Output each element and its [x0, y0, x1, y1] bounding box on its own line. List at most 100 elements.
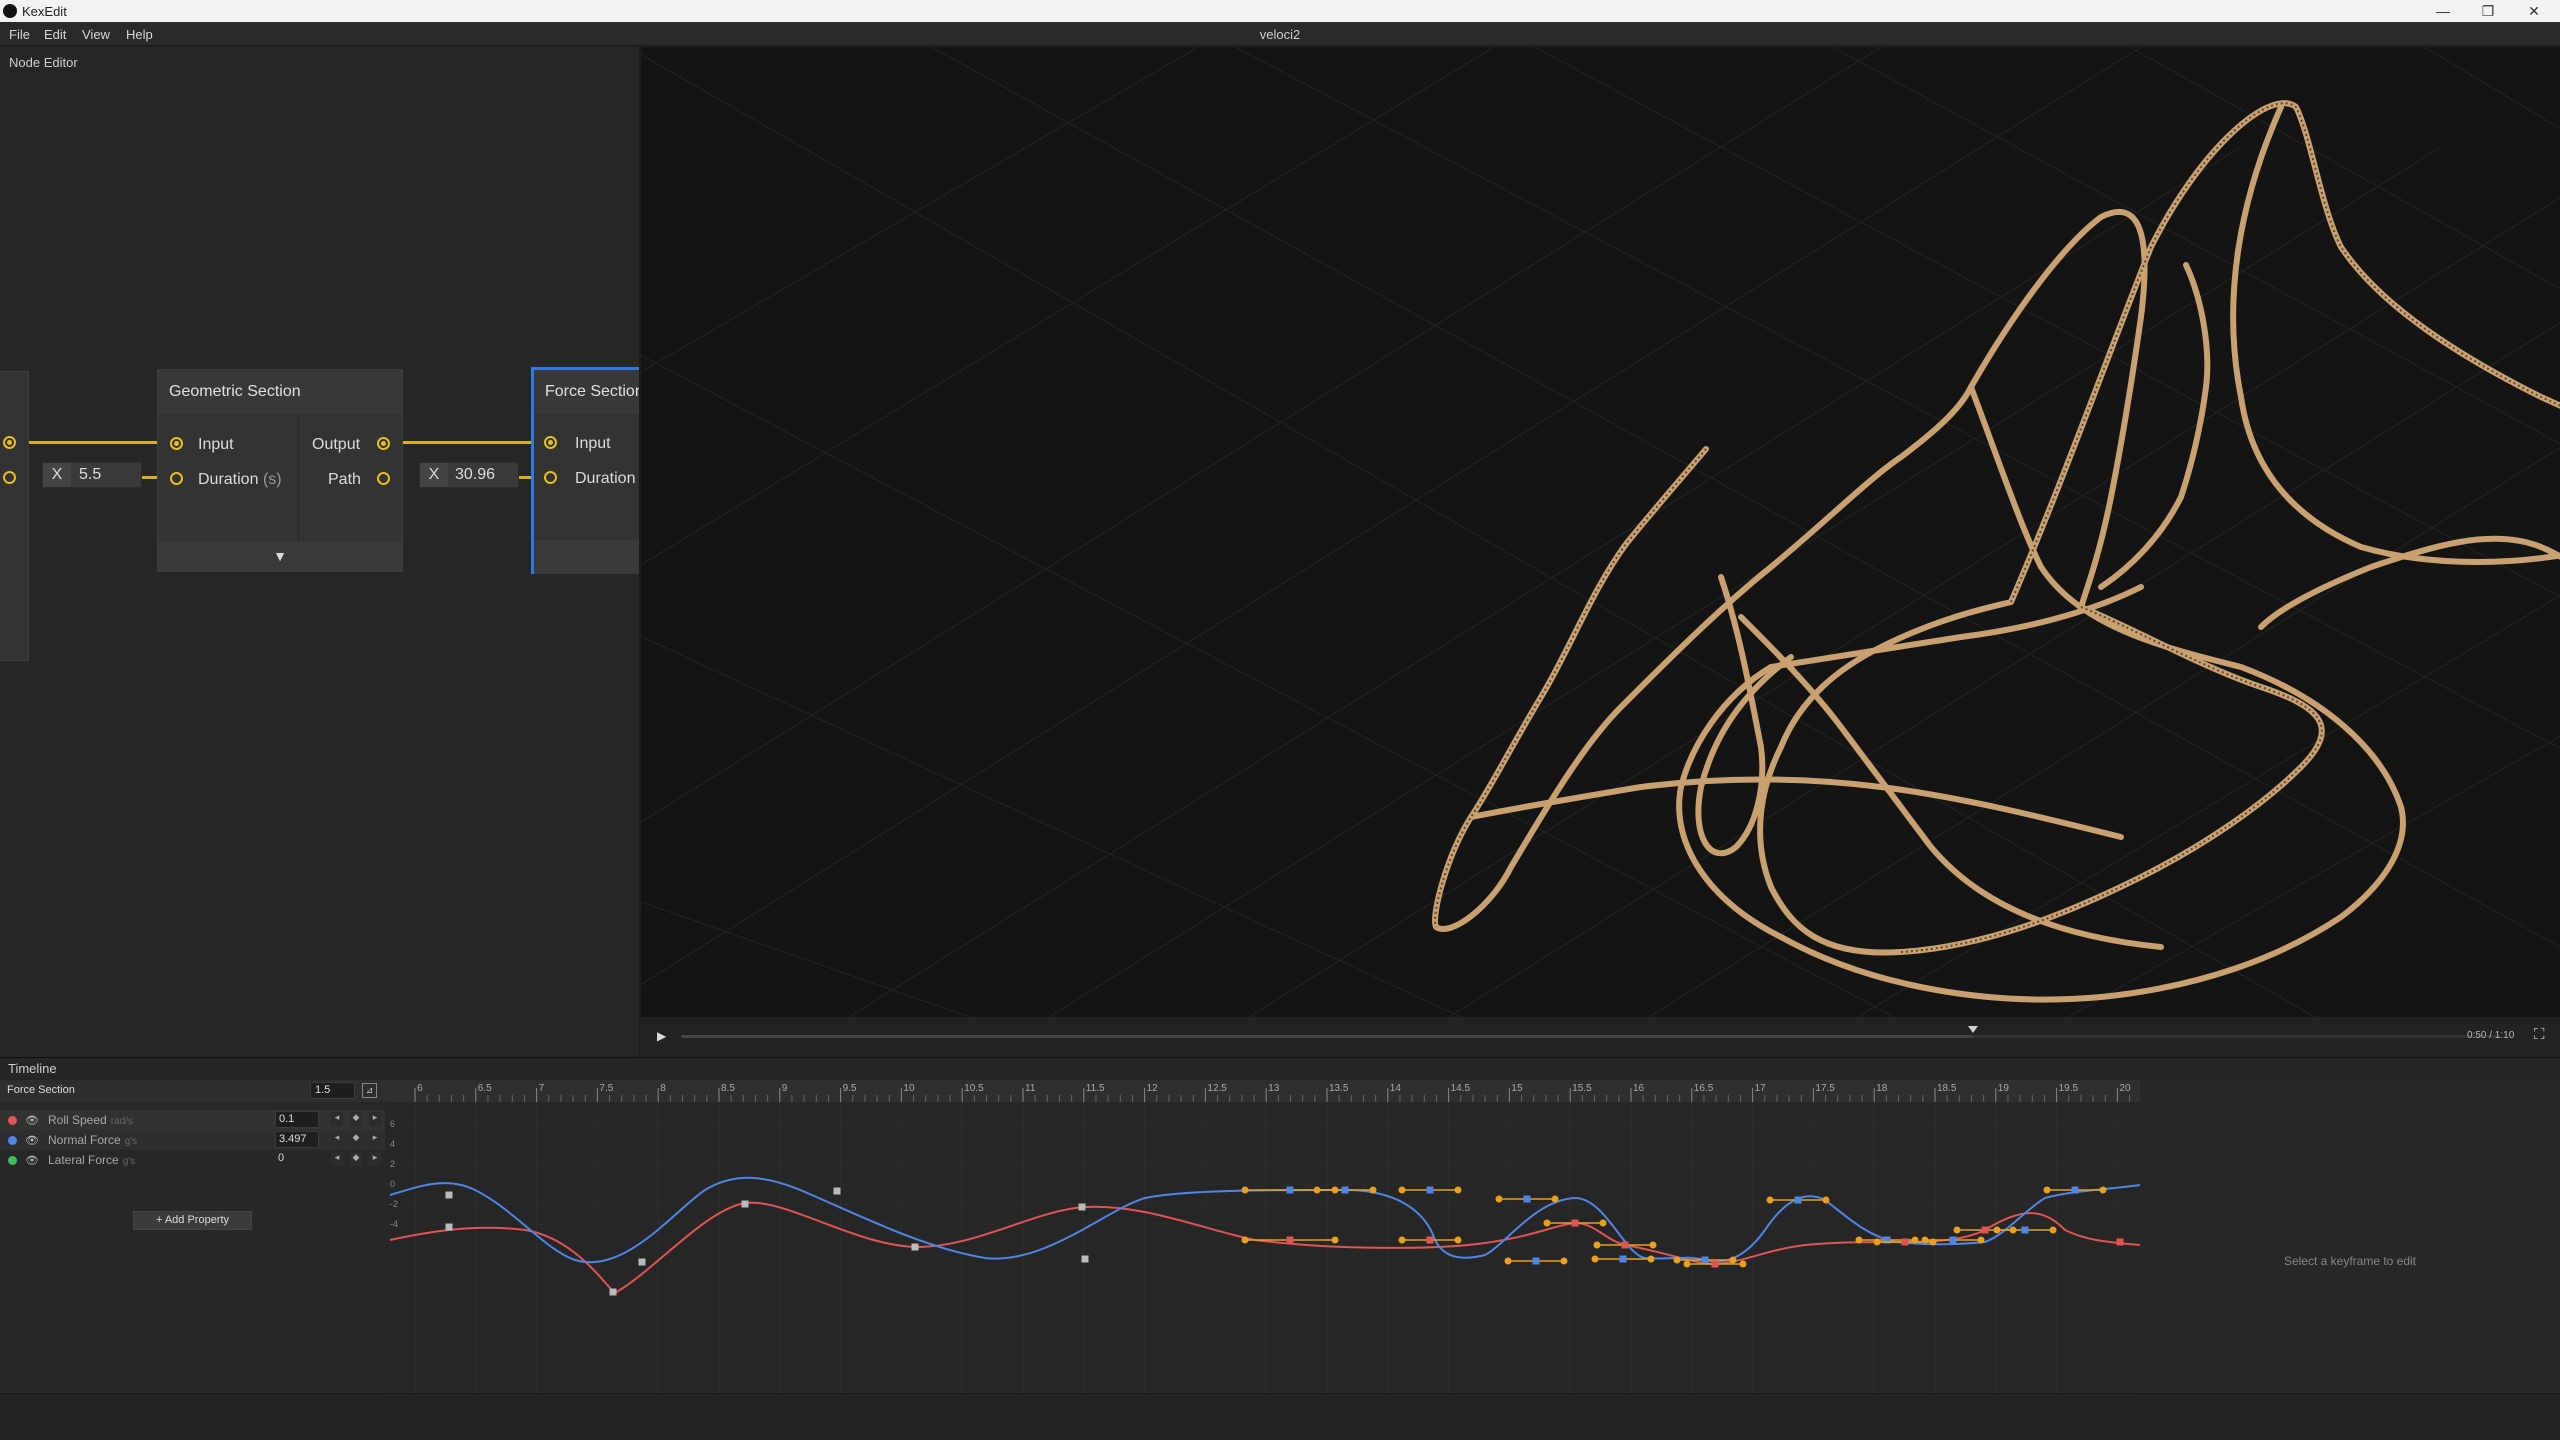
- keyframe[interactable]: [1081, 1255, 1089, 1263]
- keyframe[interactable]: [1619, 1255, 1627, 1263]
- roll-speed-curve[interactable]: [389, 1201, 2141, 1295]
- curve-graph-svg[interactable]: 6 6.5 7 7.5 8 8.5 9 9.5 10 10.5 11 11.5 12 12.5 13 13.5…: [385, 1080, 2167, 1394]
- keyframe-handle[interactable]: [1729, 1256, 1737, 1264]
- keyframe-handle[interactable]: [1313, 1186, 1321, 1194]
- fullscreen-button[interactable]: ⛶: [2534, 1026, 2545, 1043]
- keyframe[interactable]: [1701, 1256, 1709, 1264]
- force-duration-port[interactable]: [544, 471, 557, 484]
- keyframe[interactable]: [2116, 1238, 2124, 1246]
- keyframe-handle[interactable]: [1560, 1257, 1568, 1265]
- play-button[interactable]: ▶: [657, 1029, 666, 1043]
- keyframe-handle[interactable]: [1855, 1236, 1863, 1244]
- eye-icon[interactable]: 👁: [25, 1134, 39, 1147]
- keyframe-handle[interactable]: [1822, 1196, 1830, 1204]
- keyframe-handle[interactable]: [1398, 1186, 1406, 1194]
- next-keyframe-button[interactable]: ▸: [369, 1152, 381, 1166]
- keyframe[interactable]: [911, 1243, 919, 1251]
- keyframe[interactable]: [2071, 1186, 2079, 1194]
- keyframe-handle[interactable]: [1551, 1195, 1559, 1203]
- duration-field-force[interactable]: X 30.96: [419, 462, 519, 488]
- duration-value[interactable]: 5.5: [79, 466, 101, 484]
- force-section-node[interactable]: Force Section Input Duration: [531, 367, 639, 574]
- keyframe-handle[interactable]: [1593, 1241, 1601, 1249]
- previous-node[interactable]: [0, 371, 29, 661]
- force-input-port[interactable]: [544, 436, 557, 449]
- keyframe-handle[interactable]: [2049, 1226, 2057, 1234]
- prev-keyframe-button[interactable]: ◂: [331, 1132, 343, 1146]
- keyframe[interactable]: [609, 1288, 617, 1296]
- keyframe[interactable]: [2021, 1226, 2029, 1234]
- geometric-duration-port[interactable]: [170, 472, 183, 485]
- keyframe-handle[interactable]: [1766, 1196, 1774, 1204]
- property-row-lateral-force[interactable]: 👁 Lateral Force g's 0 ◂ ◆ ▸: [0, 1150, 385, 1170]
- next-keyframe-button[interactable]: ▸: [369, 1132, 381, 1146]
- keyframe-handle[interactable]: [2099, 1186, 2107, 1194]
- geometric-section-node[interactable]: Geometric Section Input Duration (s) Out…: [157, 369, 403, 572]
- property-row-roll-speed[interactable]: 👁 Roll Speed rad/s 0.1 ◂ ◆ ▸: [0, 1110, 385, 1130]
- keyframe-handle[interactable]: [1599, 1219, 1607, 1227]
- keyframe[interactable]: [445, 1191, 453, 1199]
- previous-output-port[interactable]: [3, 436, 16, 449]
- eye-icon[interactable]: 👁: [25, 1114, 39, 1127]
- keyframe-handle[interactable]: [1873, 1238, 1881, 1246]
- keyframe-handle[interactable]: [1739, 1260, 1747, 1268]
- keyframe[interactable]: [1571, 1219, 1579, 1227]
- track-render[interactable]: [641, 47, 2560, 1017]
- keyframe[interactable]: [833, 1187, 841, 1195]
- prev-keyframe-button[interactable]: ◂: [331, 1152, 343, 1166]
- 3d-viewport[interactable]: [641, 47, 2560, 1017]
- keyframe[interactable]: [638, 1258, 646, 1266]
- maximize-button[interactable]: ❐: [2468, 1, 2508, 21]
- keyframe-handle[interactable]: [1649, 1241, 1657, 1249]
- scrub-track[interactable]: [681, 1026, 2501, 1038]
- keyframe[interactable]: [1901, 1238, 1909, 1246]
- keyframe[interactable]: [1711, 1260, 1719, 1268]
- menu-view[interactable]: View: [82, 27, 110, 42]
- keyframe[interactable]: [1532, 1257, 1540, 1265]
- geometric-output-port[interactable]: [377, 437, 390, 450]
- keyframe[interactable]: [1426, 1186, 1434, 1194]
- menu-file[interactable]: File: [9, 27, 30, 42]
- duration-value[interactable]: 30.96: [455, 466, 495, 484]
- geometric-input-port[interactable]: [170, 437, 183, 450]
- keyframe-handle[interactable]: [1929, 1238, 1937, 1246]
- lateral-force-value-input[interactable]: 0: [275, 1151, 319, 1168]
- keyframe[interactable]: [1286, 1236, 1294, 1244]
- keyframe[interactable]: [1341, 1186, 1349, 1194]
- node-editor-panel[interactable]: Node Editor X 5.5 Geometric Section Inpu…: [0, 47, 640, 1057]
- eye-icon[interactable]: 👁: [25, 1154, 39, 1167]
- prev-keyframe-button[interactable]: ◂: [331, 1112, 343, 1126]
- add-property-button[interactable]: + Add Property: [133, 1211, 252, 1230]
- keyframe-handle[interactable]: [1454, 1236, 1462, 1244]
- keyframe-handle[interactable]: [1953, 1226, 1961, 1234]
- keyframe-handle[interactable]: [1543, 1219, 1551, 1227]
- close-button[interactable]: ✕: [2514, 1, 2554, 21]
- add-keyframe-button[interactable]: ◆: [350, 1132, 362, 1146]
- keyframe-handle[interactable]: [1398, 1236, 1406, 1244]
- keyframe-handle[interactable]: [1369, 1186, 1377, 1194]
- keyframe[interactable]: [1794, 1196, 1802, 1204]
- keyframe-handle[interactable]: [1647, 1255, 1655, 1263]
- keyframe-handle[interactable]: [1331, 1236, 1339, 1244]
- previous-path-port[interactable]: [3, 471, 16, 484]
- curve-graph[interactable]: 6 6.5 7 7.5 8 8.5 9 9.5 10 10.5 11 11.5 12 12.5 13 13.5…: [385, 1080, 2167, 1394]
- keyframe-handle[interactable]: [2009, 1226, 2017, 1234]
- geometric-path-port[interactable]: [377, 472, 390, 485]
- keyframe[interactable]: [445, 1223, 453, 1231]
- duration-field-geometric[interactable]: X 5.5: [42, 462, 142, 488]
- scrub-thumb[interactable]: [1968, 1026, 1979, 1033]
- keyframe[interactable]: [1523, 1195, 1531, 1203]
- keyframe-handle[interactable]: [2043, 1186, 2051, 1194]
- add-keyframe-button[interactable]: ◆: [350, 1112, 362, 1126]
- keyframe[interactable]: [1286, 1186, 1294, 1194]
- add-keyframe-button[interactable]: ◆: [350, 1152, 362, 1166]
- roll-speed-value-input[interactable]: 0.1: [275, 1111, 319, 1128]
- expand-node-button[interactable]: ▼: [158, 542, 402, 571]
- keyframe-handle[interactable]: [1673, 1256, 1681, 1264]
- property-row-normal-force[interactable]: 👁 Normal Force g's 3.497 ◂ ◆ ▸: [0, 1130, 385, 1150]
- keyframe-handle[interactable]: [1683, 1260, 1691, 1268]
- keyframe-handle[interactable]: [1241, 1186, 1249, 1194]
- keyframe-handle[interactable]: [1241, 1236, 1249, 1244]
- menu-help[interactable]: Help: [126, 27, 153, 42]
- curve-editor-icon[interactable]: ⊿: [362, 1083, 377, 1098]
